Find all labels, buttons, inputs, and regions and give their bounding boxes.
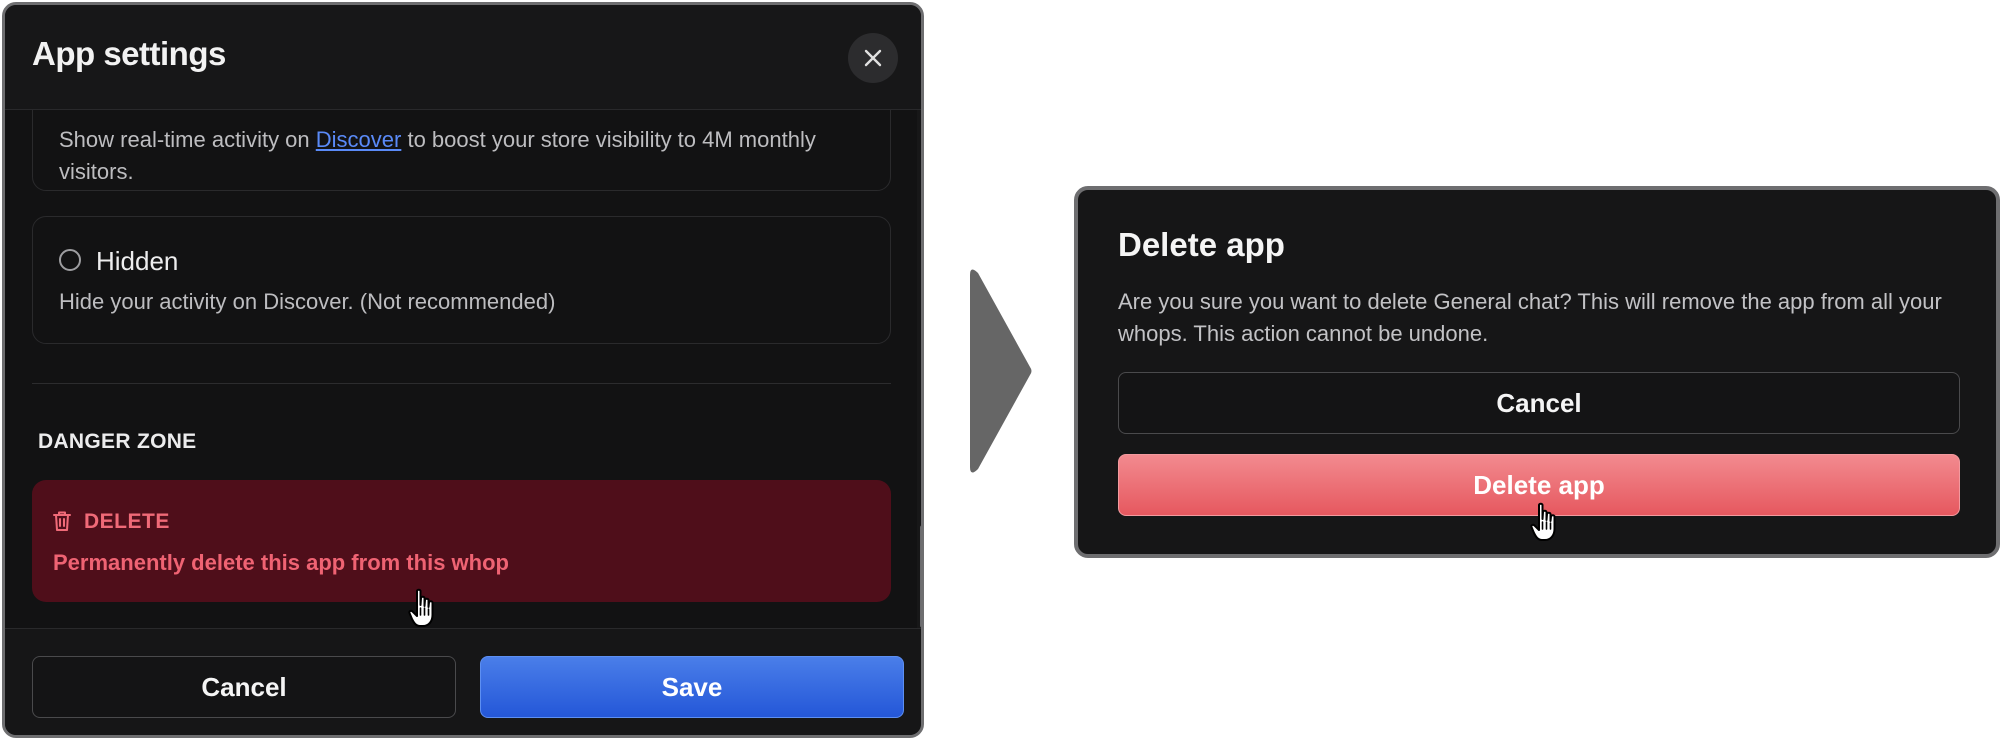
delete-app-dialog: Delete app Are you sure you want to dele… (1074, 186, 2000, 558)
hand-pointer-icon (408, 588, 434, 627)
dialog-cancel-button[interactable]: Cancel (1118, 372, 1960, 434)
app-settings-header: App settings (5, 5, 921, 110)
hidden-option-label: Hidden (96, 246, 179, 276)
app-settings-footer: Cancel Save (5, 628, 921, 735)
arrow-right-icon (970, 269, 1032, 473)
app-settings-panel: App settings Show real-time activity on … (2, 2, 924, 738)
visibility-option-description: Show real-time activity on Discover to b… (59, 127, 816, 184)
scrollbar-thumb[interactable] (920, 525, 921, 628)
hidden-option-description: Hide your activity on Discover. (Not rec… (59, 289, 556, 314)
visibility-option-card[interactable]: Show real-time activity on Discover to b… (32, 110, 891, 191)
delete-description: Permanently delete this app from this wh… (53, 550, 509, 575)
cancel-button[interactable]: Cancel (32, 656, 456, 718)
trash-icon (53, 511, 71, 531)
dialog-title: Delete app (1118, 226, 1285, 263)
save-button[interactable]: Save (480, 656, 904, 718)
close-icon (864, 49, 882, 67)
hidden-option-card[interactable]: Hidden Hide your activity on Discover. (… (32, 216, 891, 344)
dialog-message: Are you sure you want to delete General … (1118, 289, 1942, 346)
hand-pointer-icon (1530, 502, 1556, 541)
delete-app-card[interactable]: DELETE Permanently delete this app from … (32, 480, 891, 602)
close-button[interactable] (848, 33, 898, 83)
settings-scroll-area[interactable]: Show real-time activity on Discover to b… (5, 110, 921, 628)
app-settings-title: App settings (32, 35, 226, 72)
section-divider (32, 383, 891, 384)
delete-title: DELETE (84, 510, 170, 533)
hidden-radio[interactable] (59, 249, 81, 271)
discover-link[interactable]: Discover (316, 127, 402, 152)
danger-zone-heading: DANGER ZONE (38, 430, 197, 453)
